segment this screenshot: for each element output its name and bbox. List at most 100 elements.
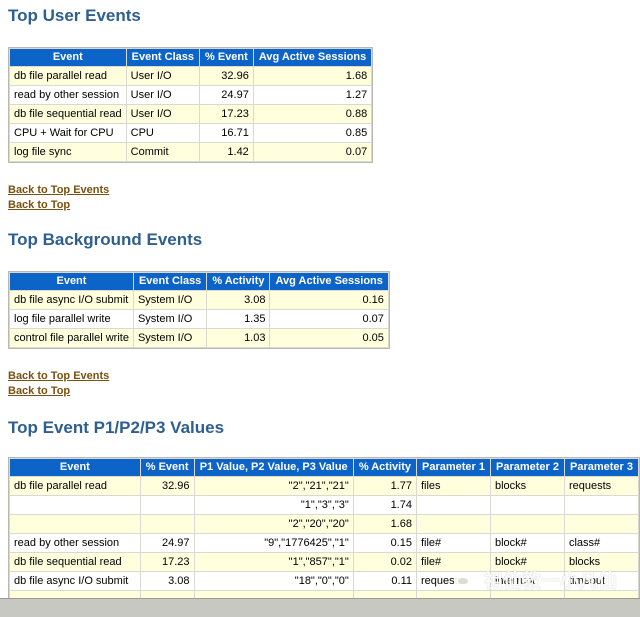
table-row: read by other session 24.97 "9","1776425… — [10, 534, 638, 552]
cell-p1p2p3-value: "1","857","1" — [194, 553, 353, 571]
cell-event — [10, 496, 140, 514]
column-header-parameter-1: Parameter 1 — [416, 459, 490, 476]
link-back-to-top-events[interactable]: Back to Top Events — [8, 369, 109, 384]
cell-parameter-2: block# — [490, 553, 564, 571]
column-header-pct-activity: % Activity — [207, 273, 270, 290]
cell-pct-event: 1.42 — [200, 143, 253, 161]
section-title-top-event-p1p2p3: Top Event P1/P2/P3 Values — [8, 418, 225, 437]
cell-parameter-3: timeout — [564, 572, 638, 590]
cell-event: control file parallel write — [10, 329, 133, 347]
table-row: db file async I/O submit 3.08 "18","0","… — [10, 572, 638, 590]
table-row: "2","20","20" 1.68 — [10, 515, 638, 533]
page-bottom-gutter — [0, 598, 640, 617]
cell-parameter-1: file# — [416, 553, 490, 571]
cell-avg-active-sessions: 0.07 — [253, 143, 372, 161]
cell-pct-event: 16.71 — [200, 124, 253, 142]
cell-pct-activity: 1.68 — [353, 515, 416, 533]
column-header-event-class: Event Class — [133, 273, 207, 290]
cell-event-class: User I/O — [126, 86, 200, 104]
table-header-row: Event Event Class % Activity Avg Active … — [10, 273, 388, 290]
cell-parameter-2: blocks — [490, 477, 564, 495]
nav-links-group-2: Back to Top Events Back to Top — [8, 369, 109, 399]
cell-event — [10, 515, 140, 533]
top-background-events-table: Event Event Class % Activity Avg Active … — [8, 271, 390, 349]
cell-event: read by other session — [10, 86, 126, 104]
cell-parameter-2 — [490, 496, 564, 514]
table-row: db file parallel read User I/O 32.96 1.6… — [10, 67, 372, 85]
table-header-row: Event % Event P1 Value, P2 Value, P3 Val… — [10, 459, 638, 476]
cell-avg-active-sessions: 0.88 — [253, 105, 372, 123]
cell-parameter-3 — [564, 515, 638, 533]
cell-parameter-3: blocks — [564, 553, 638, 571]
cell-parameter-2 — [490, 515, 564, 533]
cell-event-class: CPU — [126, 124, 200, 142]
cell-event: db file async I/O submit — [10, 572, 140, 590]
table-row: control file parallel write System I/O 1… — [10, 329, 388, 347]
cell-avg-active-sessions: 0.05 — [270, 329, 388, 347]
cell-pct-event: 32.96 — [140, 477, 194, 495]
cell-event: CPU + Wait for CPU — [10, 124, 126, 142]
column-header-event: Event — [10, 273, 133, 290]
cell-avg-active-sessions: 1.68 — [253, 67, 372, 85]
column-header-event-class: Event Class — [126, 49, 200, 66]
cell-avg-active-sessions: 0.16 — [270, 291, 388, 309]
cell-parameter-2: block# — [490, 534, 564, 552]
section-title-top-background-events: Top Background Events — [8, 230, 203, 249]
cell-pct-event: 17.23 — [140, 553, 194, 571]
column-header-event: Event — [10, 49, 126, 66]
cell-p1p2p3-value: "1","3","3" — [194, 496, 353, 514]
column-header-parameter-2: Parameter 2 — [490, 459, 564, 476]
cell-pct-activity: 0.02 — [353, 553, 416, 571]
table-row: log file parallel write System I/O 1.35 … — [10, 310, 388, 328]
cell-parameter-1 — [416, 591, 490, 598]
cell-event-class: User I/O — [126, 105, 200, 123]
link-back-to-top-events[interactable]: Back to Top Events — [8, 183, 109, 198]
report-page: Top User Events Event Event Class % Even… — [0, 0, 640, 598]
cell-event: db file sequential read — [10, 105, 126, 123]
cell-event-class: User I/O — [126, 67, 200, 85]
column-header-p1p2p3-value: P1 Value, P2 Value, P3 Value — [194, 459, 353, 476]
cell-event: db file parallel read — [10, 477, 140, 495]
cell-p1p2p3-value: "18","0","0" — [194, 572, 353, 590]
table-row: CPU + Wait for CPU CPU 16.71 0.85 — [10, 124, 372, 142]
cell-parameter-1 — [416, 496, 490, 514]
section-title-top-user-events: Top User Events — [8, 6, 141, 25]
cell-parameter-1: requests — [416, 572, 490, 590]
cell-pct-activity: 1.03 — [207, 329, 270, 347]
table-row: db file parallel read 32.96 "2","21","21… — [10, 477, 638, 495]
cell-parameter-2 — [490, 591, 564, 598]
table-row: db file async I/O submit System I/O 3.08… — [10, 291, 388, 309]
cell-pct-activity — [353, 591, 416, 598]
link-back-to-top[interactable]: Back to Top — [8, 384, 109, 399]
cell-pct-activity: 1.35 — [207, 310, 270, 328]
cell-p1p2p3-value — [194, 591, 353, 598]
cell-event — [10, 591, 140, 598]
table-row: db file sequential read User I/O 17.23 0… — [10, 105, 372, 123]
cell-event-class: System I/O — [133, 329, 207, 347]
table-row: "1","3","3" 1.74 — [10, 496, 638, 514]
column-header-event: Event — [10, 459, 140, 476]
cell-pct-event — [140, 591, 194, 598]
cell-pct-activity: 1.77 — [353, 477, 416, 495]
table-row: read by other session User I/O 24.97 1.2… — [10, 86, 372, 104]
cell-event-class: System I/O — [133, 310, 207, 328]
cell-avg-active-sessions: 0.85 — [253, 124, 372, 142]
cell-event: db file async I/O submit — [10, 291, 133, 309]
cell-pct-activity: 0.11 — [353, 572, 416, 590]
cell-pct-activity: 3.08 — [207, 291, 270, 309]
cell-parameter-3: requests — [564, 477, 638, 495]
cell-parameter-1 — [416, 515, 490, 533]
cell-parameter-1: file# — [416, 534, 490, 552]
column-header-avg-active-sessions: Avg Active Sessions — [253, 49, 372, 66]
column-header-pct-event: % Event — [140, 459, 194, 476]
cell-event: log file parallel write — [10, 310, 133, 328]
column-header-avg-active-sessions: Avg Active Sessions — [270, 273, 388, 290]
cell-parameter-3: class# — [564, 534, 638, 552]
cell-p1p2p3-value: "9","1776425","1" — [194, 534, 353, 552]
table-header-row: Event Event Class % Event Avg Active Ses… — [10, 49, 372, 66]
link-back-to-top[interactable]: Back to Top — [8, 198, 109, 213]
cell-avg-active-sessions: 0.07 — [270, 310, 388, 328]
cell-pct-event: 3.08 — [140, 572, 194, 590]
cell-parameter-3 — [564, 496, 638, 514]
cell-pct-event: 32.96 — [200, 67, 253, 85]
